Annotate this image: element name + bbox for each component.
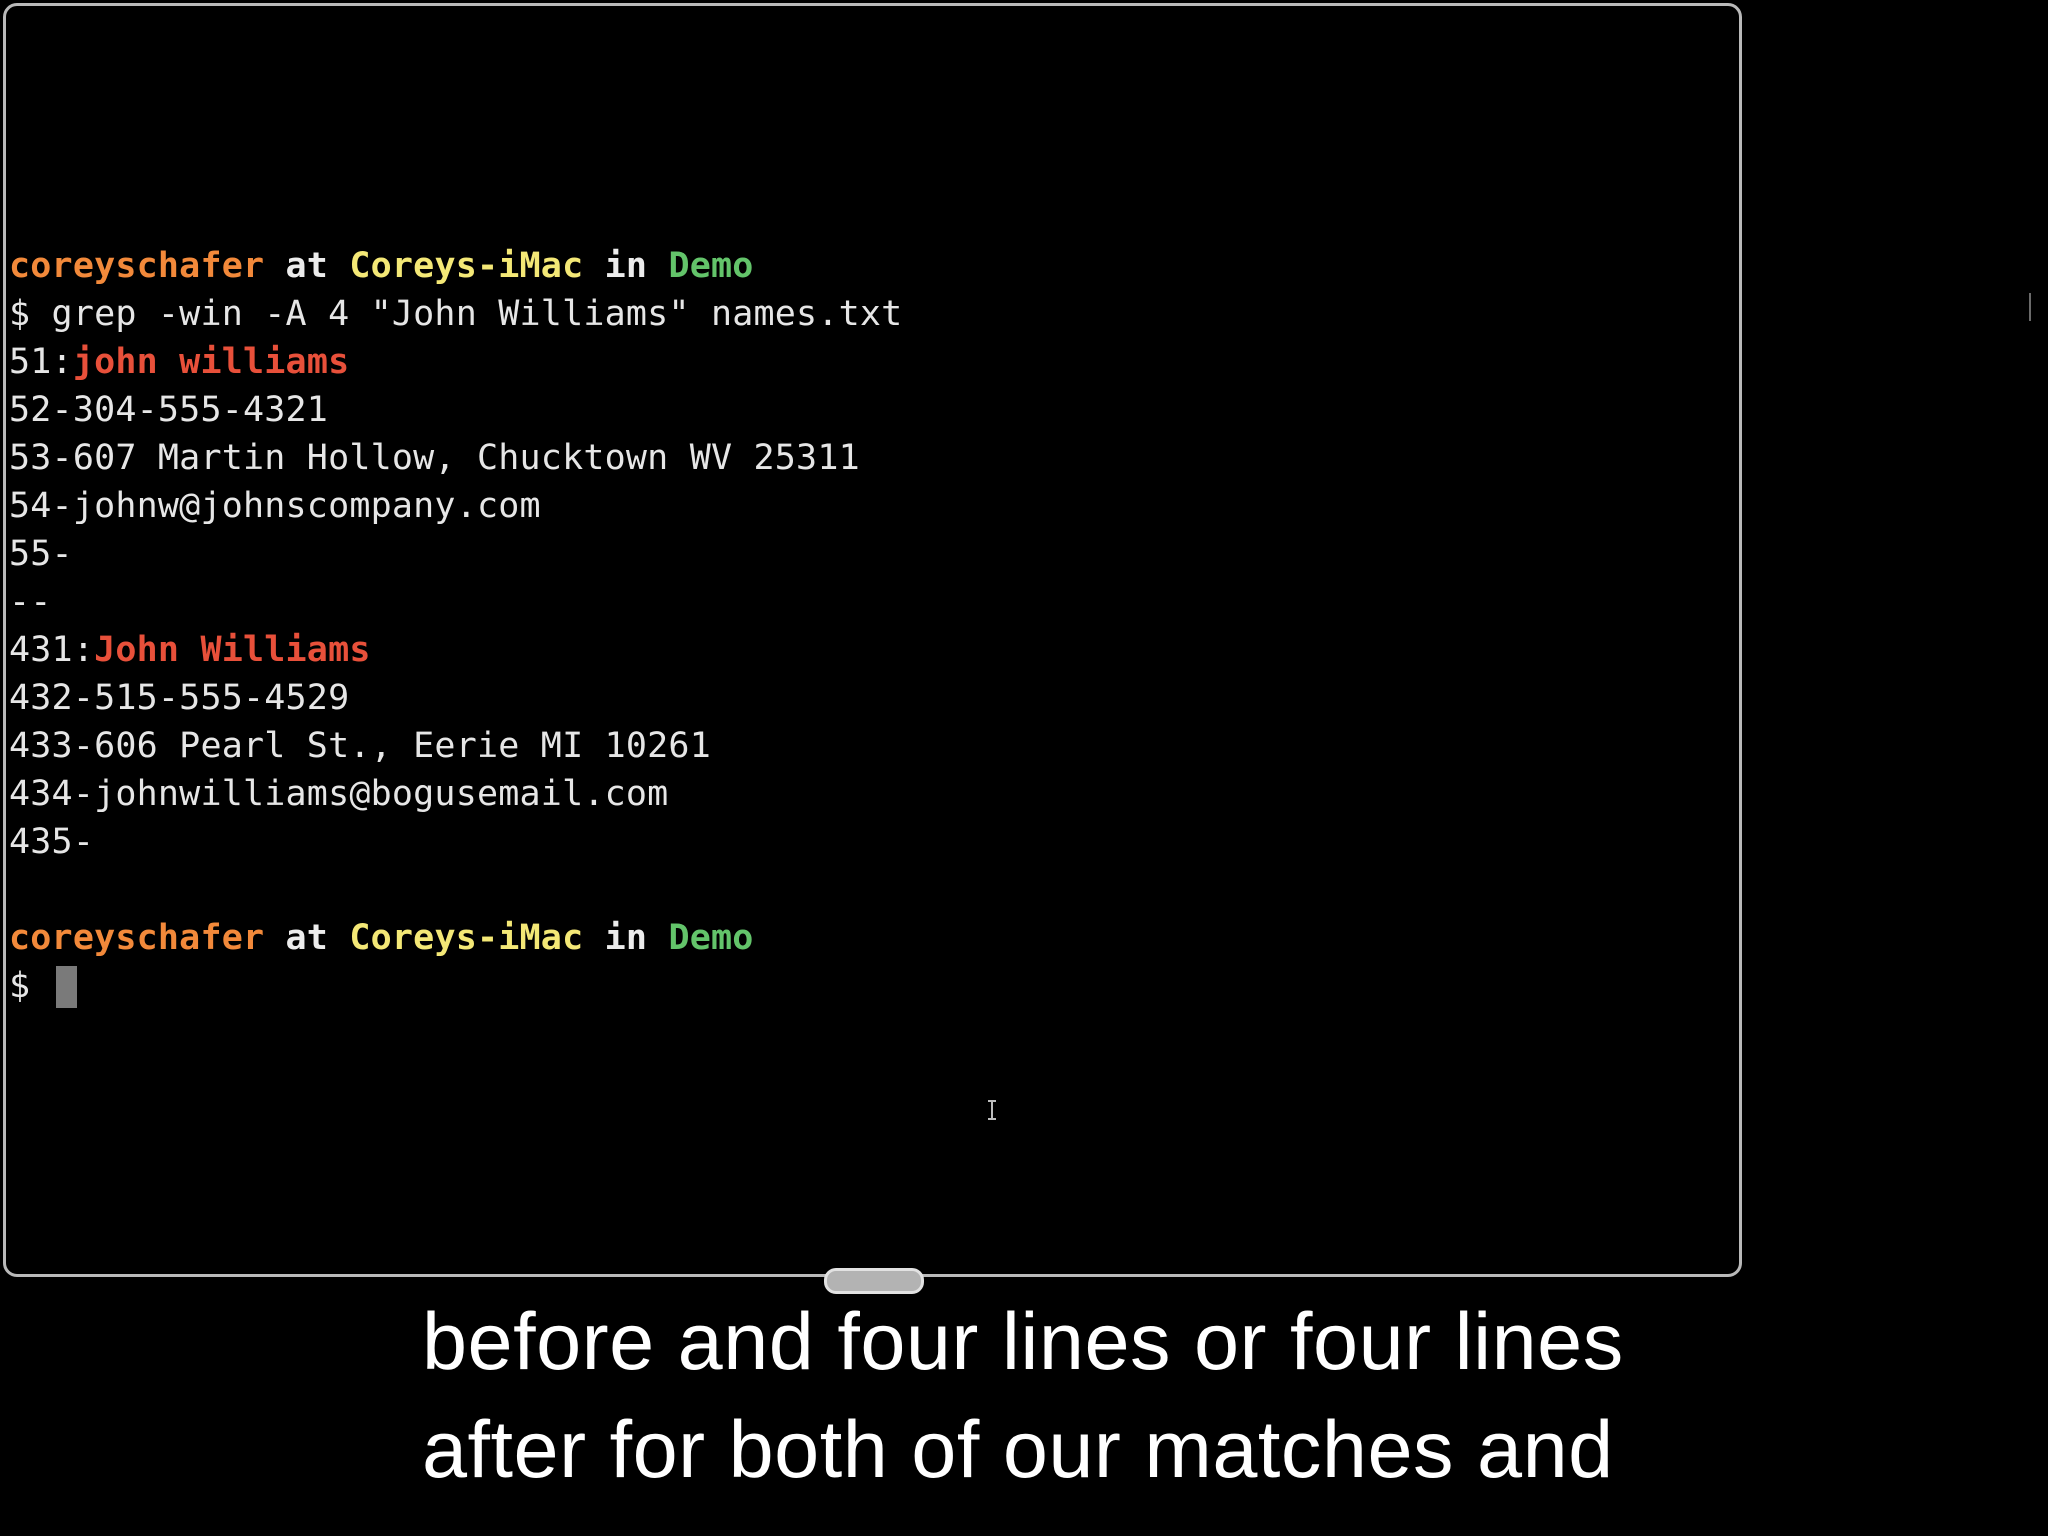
context-line: 433-606 Pearl St., Eerie MI 10261 [9, 726, 711, 766]
prompt-in: in [583, 246, 669, 286]
prompt-line: coreyschafer at Coreys-iMac in Demo [9, 914, 1739, 962]
prompt-host: Coreys-iMac [349, 918, 584, 958]
window-edge-marker [2029, 293, 2031, 321]
context-line: 52-304-555-4321 [9, 390, 329, 430]
prompt-user: coreyschafer [9, 246, 265, 286]
terminal-window[interactable]: coreyschafer at Coreys-iMac in Demo $ gr… [3, 3, 1742, 1277]
subtitle-caption: before and four lines or four lines afte… [422, 1288, 1722, 1504]
prompt-line: coreyschafer at Coreys-iMac in Demo [9, 242, 1739, 290]
prompt-dir: Demo [668, 246, 754, 286]
prompt-dir: Demo [668, 918, 754, 958]
context-line: 55- [9, 534, 73, 574]
ibeam-cursor-icon [988, 1100, 996, 1120]
command-line: $ grep -win -A 4 "John Williams" names.t… [9, 294, 903, 334]
prompt-at: at [264, 246, 350, 286]
context-line: 53-607 Martin Hollow, Chucktown WV 25311 [9, 438, 860, 478]
context-line: 54-johnw@johnscompany.com [9, 486, 541, 526]
prompt-in: in [583, 918, 669, 958]
context-line: 434-johnwilliams@bogusemail.com [9, 774, 669, 814]
context-line: 432-515-555-4529 [9, 678, 350, 718]
text-cursor [55, 966, 77, 1008]
prompt-user: coreyschafer [9, 918, 265, 958]
group-separator: -- [9, 582, 52, 622]
prompt-at: at [264, 918, 350, 958]
match-line: 431:John Williams [9, 626, 1739, 674]
line-number: 51: [9, 342, 73, 382]
caption-line-2: after for both of our matches and [422, 1405, 1614, 1495]
match-text: John Williams [94, 630, 371, 670]
line-number: 431: [9, 630, 95, 670]
match-text: john williams [72, 342, 350, 382]
input-prompt: $ [9, 966, 52, 1006]
context-line: 435- [9, 822, 95, 862]
input-line[interactable]: $ [9, 962, 1739, 1010]
terminal-output: coreyschafer at Coreys-iMac in Demo $ gr… [9, 242, 1739, 1010]
prompt-host: Coreys-iMac [349, 246, 584, 286]
caption-line-1: before and four lines or four lines [422, 1297, 1624, 1387]
match-line: 51:john williams [9, 338, 1739, 386]
